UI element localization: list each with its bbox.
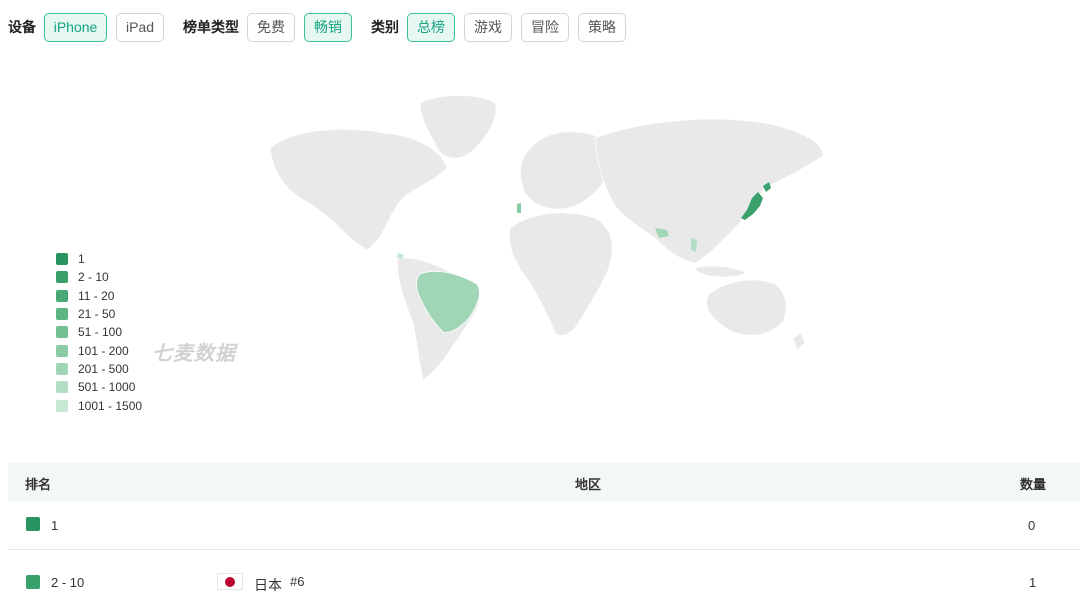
japan-flag-icon <box>217 573 243 590</box>
category-adventure-button[interactable]: 冒险 <box>521 12 569 42</box>
device-ipad-button[interactable]: iPad <box>116 12 164 42</box>
category-strategy-button[interactable]: 策略 <box>578 12 626 42</box>
region-name[interactable]: 日本 <box>254 575 282 595</box>
rank-color-swatch <box>26 575 40 589</box>
legend-label: 501 - 1000 <box>78 380 136 395</box>
africa-shape <box>508 212 613 337</box>
legend-label: 51 - 100 <box>78 325 123 340</box>
legend-swatch <box>56 362 68 375</box>
legend-swatch <box>56 271 68 284</box>
legend-swatch <box>56 289 68 302</box>
table-row: 1 0 <box>8 506 1080 550</box>
legend-swatch <box>56 326 68 339</box>
new-zealand-shape <box>792 332 806 351</box>
legend-item[interactable]: 501 - 1000 <box>56 378 142 396</box>
legend-swatch <box>56 381 68 394</box>
legend-swatch <box>56 308 68 321</box>
category-overall-button[interactable]: 总榜 <box>407 12 455 42</box>
asia-shape <box>594 118 824 264</box>
legend-swatch <box>56 399 68 412</box>
legend-label: 21 - 50 <box>78 307 116 322</box>
rank-column-header: 排名 <box>25 477 52 492</box>
chart-type-grossing-button[interactable]: 畅销 <box>304 12 352 42</box>
legend-item[interactable]: 101 - 200 <box>56 341 142 359</box>
legend-label: 1001 - 1500 <box>78 398 143 413</box>
count-cell: 0 <box>1028 518 1036 533</box>
category-label: 类别 <box>371 19 399 35</box>
legend-label: 101 - 200 <box>78 343 129 358</box>
count-column-header: 数量 <box>1020 477 1047 492</box>
legend-label: 1 <box>78 252 85 267</box>
chart-type-label: 榜单类型 <box>183 19 239 35</box>
legend-item[interactable]: 11 - 20 <box>56 287 142 305</box>
filter-bar: 设备 iPhone iPad 榜单类型 免费 畅销 类别 总榜 游戏 冒险 策略 <box>8 12 635 42</box>
australia-shape <box>706 279 787 336</box>
legend-item[interactable]: 1 <box>56 250 142 268</box>
region-rank: #6 <box>290 574 305 589</box>
device-iphone-button[interactable]: iPhone <box>44 12 107 42</box>
rank-cell: 2 - 10 <box>51 575 85 590</box>
legend-item[interactable]: 21 - 50 <box>56 305 142 323</box>
chart-type-free-button[interactable]: 免费 <box>247 12 295 42</box>
region-column-header: 地区 <box>575 477 602 492</box>
legend-item[interactable]: 2 - 10 <box>56 268 142 286</box>
table-header: 排名 地区 数量 <box>8 463 1080 501</box>
world-map[interactable] <box>255 88 835 383</box>
legend-label: 2 - 10 <box>78 270 109 285</box>
indonesia-shape <box>694 265 746 278</box>
legend: 1 2 - 10 11 - 20 21 - 50 51 - 100 101 - … <box>56 250 142 415</box>
table-row: 2 - 10 日本 #6 1 <box>8 560 1080 604</box>
category-games-button[interactable]: 游戏 <box>464 12 512 42</box>
watermark: 七麦数据 <box>152 343 236 365</box>
device-label: 设备 <box>8 19 36 35</box>
rank-cell: 1 <box>51 518 59 533</box>
legend-item[interactable]: 51 - 100 <box>56 323 142 341</box>
rank-color-swatch <box>26 517 40 531</box>
legend-item[interactable]: 201 - 500 <box>56 360 142 378</box>
vietnam-shape <box>691 238 697 252</box>
legend-label: 11 - 20 <box>78 288 115 303</box>
portugal-shape <box>517 203 521 213</box>
legend-label: 201 - 500 <box>78 361 129 376</box>
legend-item[interactable]: 1001 - 1500 <box>56 396 142 414</box>
count-cell: 1 <box>1029 575 1037 590</box>
north-america-shape <box>269 128 448 251</box>
legend-swatch <box>56 344 68 357</box>
legend-swatch <box>56 253 68 266</box>
